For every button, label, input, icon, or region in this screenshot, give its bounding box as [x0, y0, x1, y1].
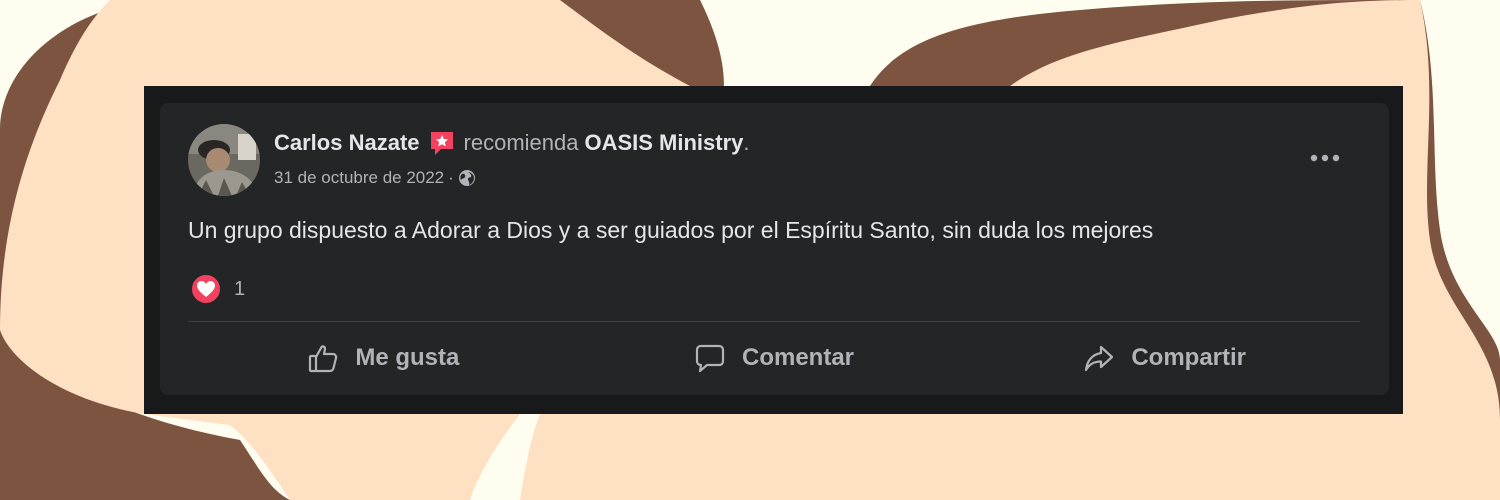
- comment-button[interactable]: Comentar: [579, 331, 970, 385]
- more-options-button[interactable]: [1307, 143, 1343, 173]
- comment-label: Comentar: [741, 344, 855, 371]
- header-period: .: [743, 130, 750, 155]
- meta-separator: ·: [448, 168, 454, 187]
- love-heart-icon: [190, 273, 222, 305]
- share-arrow-icon: [1085, 345, 1114, 372]
- share-label: Compartir: [1131, 344, 1247, 371]
- post-header: Carlos Nazate recomienda OASIS Ministry …: [274, 129, 750, 157]
- post-card: Carlos Nazate recomienda OASIS Ministry …: [160, 103, 1389, 395]
- globe-icon: [458, 169, 476, 187]
- post-frame: Carlos Nazate recomienda OASIS Ministry …: [144, 86, 1403, 414]
- reactions-summary[interactable]: 1: [190, 273, 245, 305]
- reaction-count: 1: [234, 277, 246, 300]
- post-text: Un grupo dispuesto a Adorar a Dios y a s…: [188, 217, 1154, 243]
- thumbs-up-icon: [309, 345, 338, 373]
- like-label: Me gusta: [355, 344, 460, 371]
- recommend-verb: recomienda: [463, 130, 579, 155]
- peach-blob-bottom-center: [520, 414, 990, 500]
- post-meta: 31 de octubre de 2022 ·: [274, 167, 476, 189]
- share-button[interactable]: Compartir: [969, 331, 1360, 385]
- page-name[interactable]: OASIS Ministry: [584, 129, 743, 157]
- post-actions: Me gusta Comentar Compartir: [188, 331, 1360, 385]
- comment-bubble-icon: [695, 344, 725, 373]
- avatar[interactable]: [188, 124, 260, 196]
- author-name[interactable]: Carlos Nazate: [274, 129, 420, 157]
- star-badge-icon: [428, 129, 456, 157]
- post-date[interactable]: 31 de octubre de 2022: [274, 167, 444, 189]
- like-button[interactable]: Me gusta: [188, 331, 579, 385]
- more-options-icon: [1310, 154, 1340, 162]
- divider: [188, 321, 1360, 322]
